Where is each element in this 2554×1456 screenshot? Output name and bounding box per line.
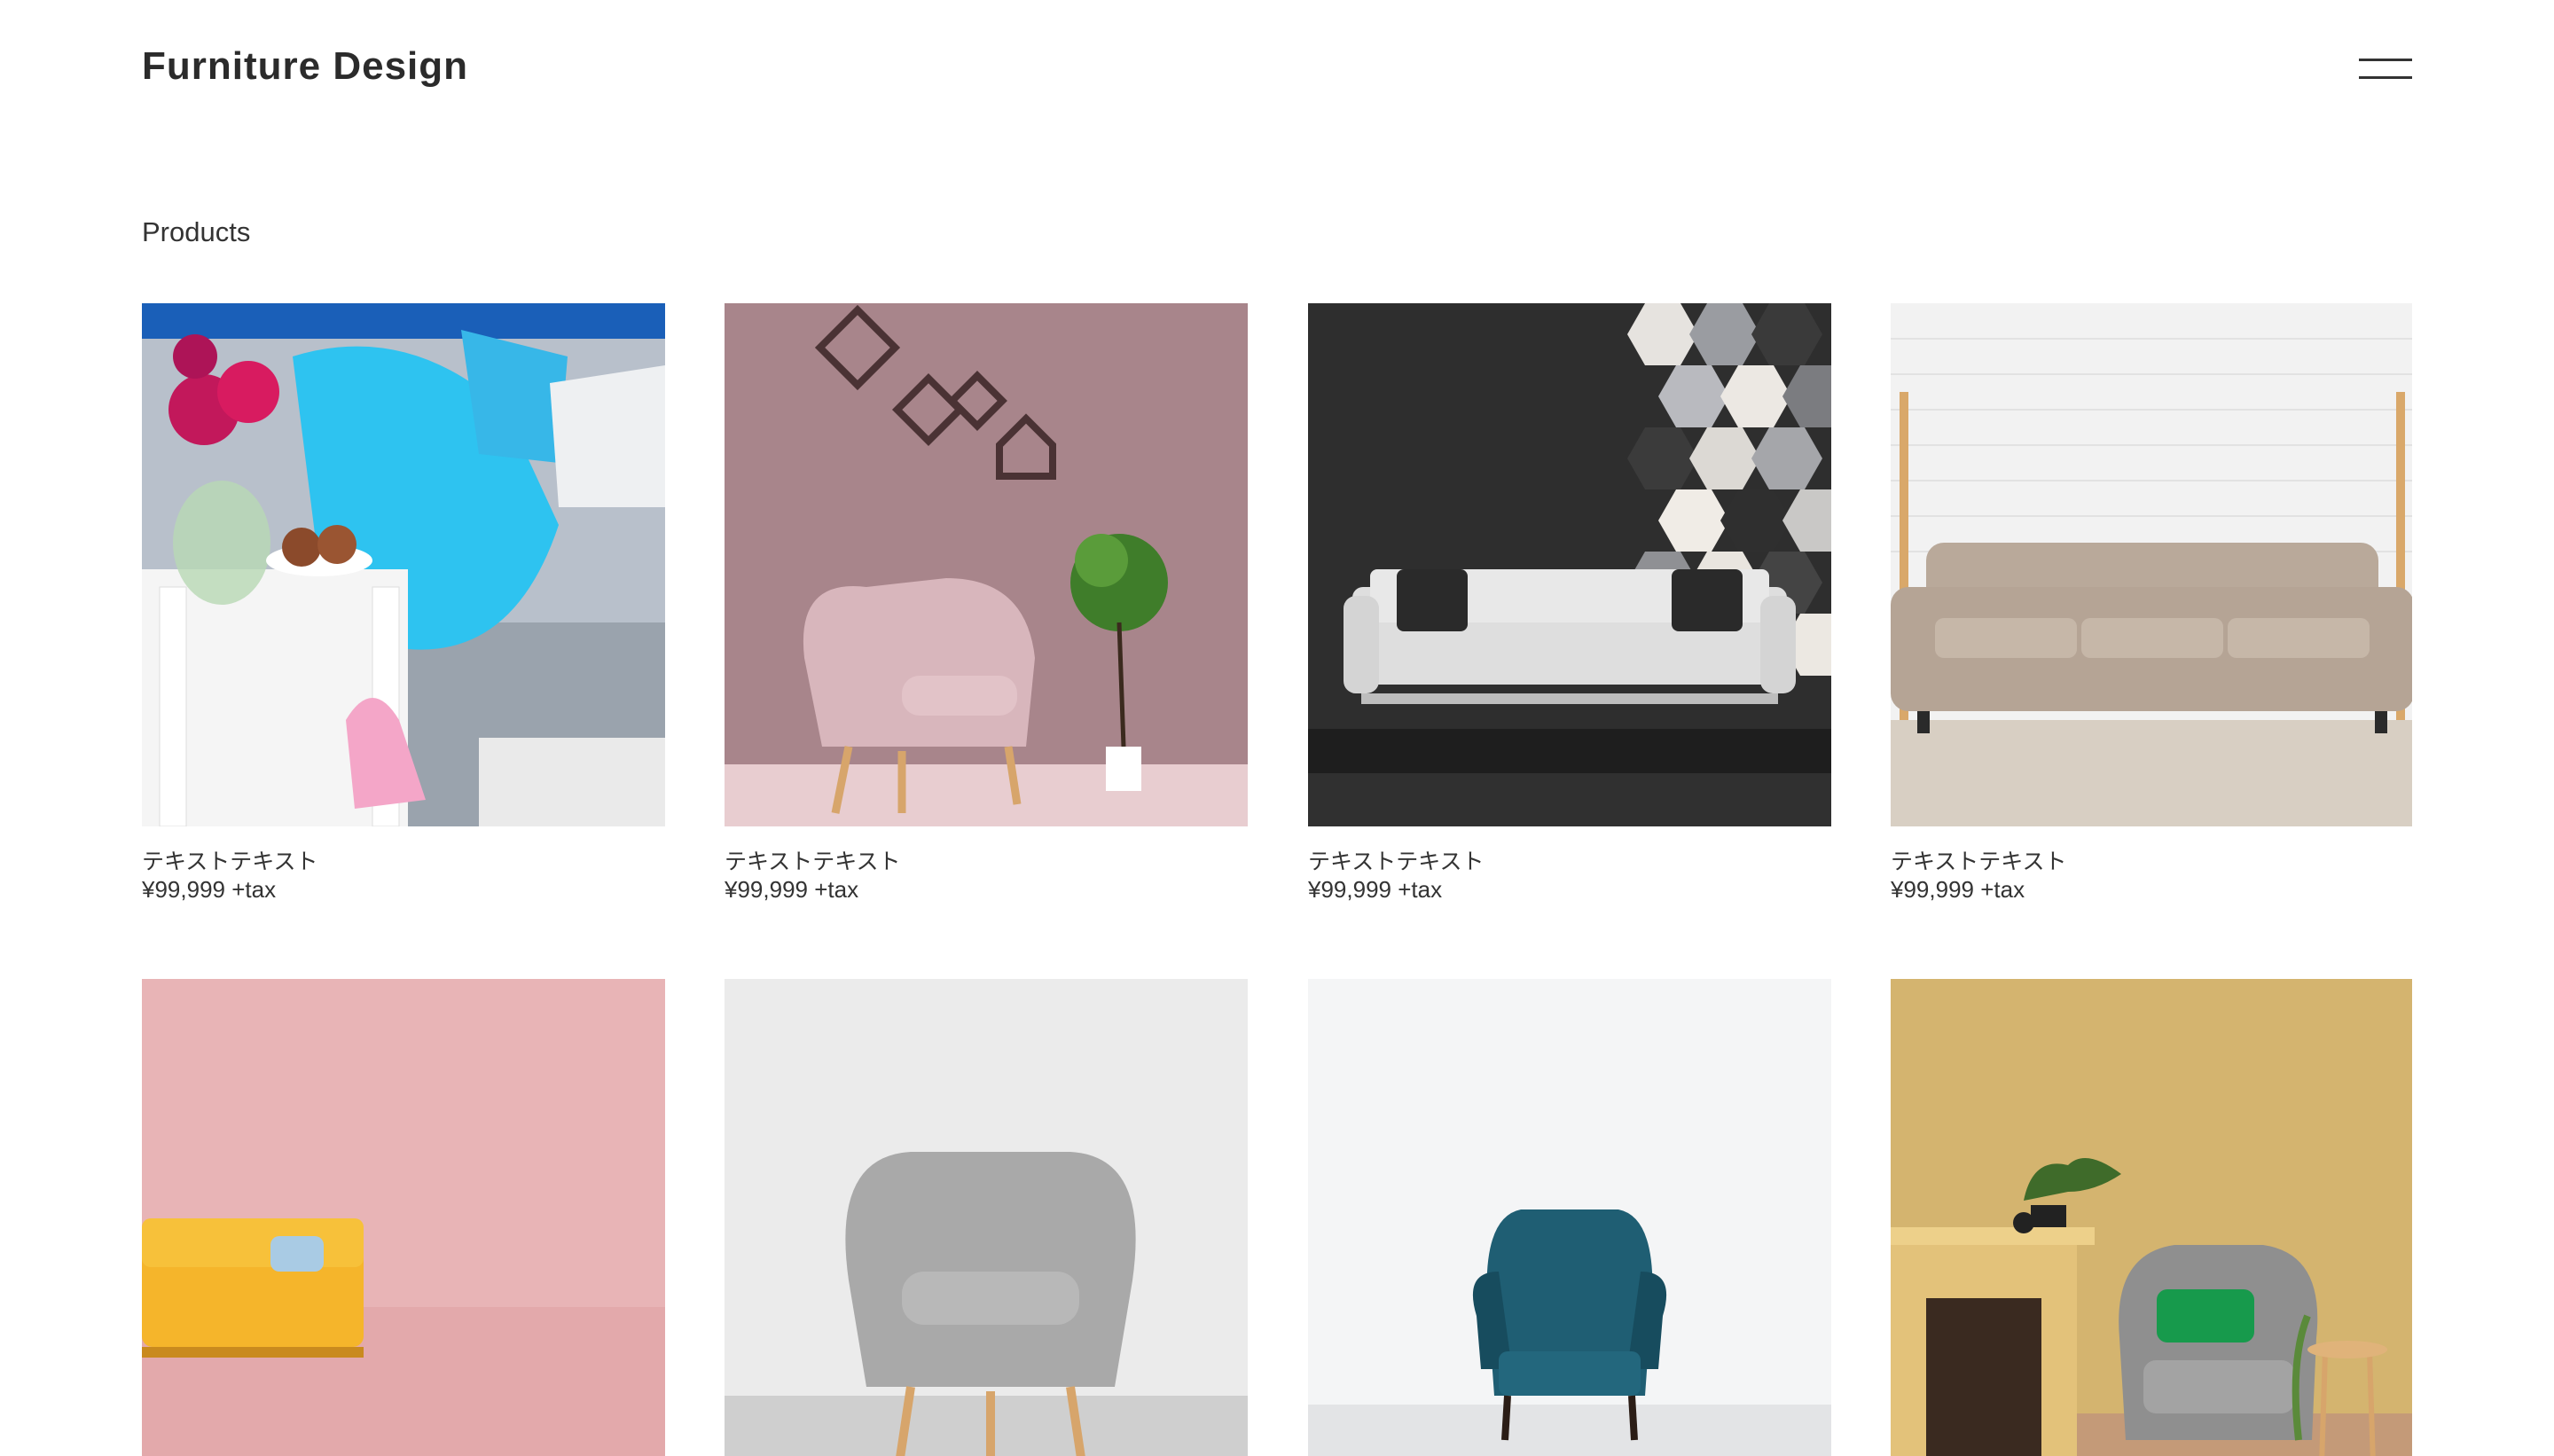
product-photo bbox=[1308, 303, 1831, 826]
product-image-blanket-sofa[interactable] bbox=[142, 303, 665, 826]
hamburger-menu-icon[interactable] bbox=[2359, 59, 2412, 80]
product-name[interactable]: テキストテキスト bbox=[725, 844, 901, 876]
product-price: ¥99,999 +tax bbox=[1891, 876, 2025, 903]
product-price: ¥99,999 +tax bbox=[725, 876, 859, 903]
product-image-teal-chair[interactable] bbox=[1308, 979, 1831, 1456]
product-photo bbox=[142, 303, 665, 826]
site-header: Furniture Design bbox=[142, 0, 2412, 133]
product-photo bbox=[725, 979, 1248, 1456]
product-photo bbox=[1891, 979, 2412, 1456]
product-grid: テキストテキスト ¥99,999 +tax テキストテキスト ¥99,999 +… bbox=[142, 303, 2412, 1456]
site-logo[interactable]: Furniture Design bbox=[142, 44, 468, 89]
product-name[interactable]: テキストテキスト bbox=[1308, 844, 1485, 876]
product-image-hexagon-sofa[interactable] bbox=[1308, 303, 1831, 826]
product-price: ¥99,999 +tax bbox=[1308, 876, 1443, 903]
product-image-grey-armchair[interactable] bbox=[725, 979, 1248, 1456]
product-name[interactable]: テキストテキスト bbox=[1891, 844, 2067, 876]
menu-line bbox=[2359, 59, 2412, 61]
product-photo bbox=[1308, 979, 1831, 1456]
product-price: ¥99,999 +tax bbox=[142, 876, 277, 903]
product-name[interactable]: テキストテキスト bbox=[142, 844, 318, 876]
product-photo bbox=[725, 303, 1248, 826]
products-heading: Products bbox=[142, 216, 251, 247]
product-image-beige-sofa[interactable] bbox=[1891, 303, 2412, 826]
product-image-fireplace-armchair[interactable] bbox=[1891, 979, 2412, 1456]
product-photo bbox=[1891, 303, 2412, 826]
menu-line bbox=[2359, 76, 2412, 79]
product-image-yellow-sofa[interactable] bbox=[142, 979, 665, 1456]
product-photo bbox=[142, 979, 665, 1456]
product-image-pink-armchair[interactable] bbox=[725, 303, 1248, 826]
